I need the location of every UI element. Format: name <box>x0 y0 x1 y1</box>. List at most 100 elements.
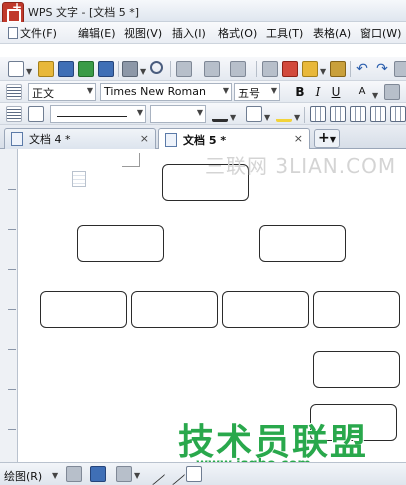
autoshape-caret-icon[interactable]: ▼ <box>134 471 140 480</box>
border-icon[interactable] <box>28 106 44 122</box>
format-painter-icon[interactable] <box>330 61 346 77</box>
pen-color-icon[interactable] <box>212 106 228 122</box>
close-icon[interactable]: × <box>140 132 149 145</box>
new-tab-button[interactable]: + ▼ <box>314 129 340 148</box>
word-count-icon[interactable] <box>204 61 220 77</box>
chevron-down-icon: ▼ <box>222 86 229 95</box>
save-icon[interactable] <box>58 61 74 77</box>
italic-button[interactable]: I <box>310 84 326 100</box>
drawing-menu-button[interactable]: 绘图(R) <box>4 468 42 484</box>
split-cells-icon[interactable] <box>350 106 366 122</box>
toolbar-separator <box>350 61 351 77</box>
more-tools-icon[interactable] <box>394 61 406 77</box>
chevron-down-icon: ▼ <box>136 108 143 117</box>
highlight-icon[interactable] <box>384 84 400 100</box>
menu-file[interactable]: 文件(F) <box>8 25 57 41</box>
paragraph-icon[interactable] <box>6 106 22 122</box>
standard-toolbar: ▼ ▼ ▼ ↶ ↷ <box>0 57 406 81</box>
line-sample <box>57 116 127 117</box>
table-props-icon[interactable] <box>390 106 406 122</box>
tab-document-4[interactable]: 文档 4 * × <box>4 128 156 149</box>
toolbar-separator <box>256 61 257 77</box>
bold-button[interactable]: B <box>292 84 308 100</box>
merge-cells-icon[interactable] <box>330 106 346 122</box>
line-weight-select[interactable]: ▼ <box>150 105 206 123</box>
new-doc-icon[interactable] <box>8 61 24 77</box>
font-size-select[interactable]: 五号 ▼ <box>234 83 280 101</box>
table-align-icon[interactable] <box>370 106 386 122</box>
underline-button[interactable]: U <box>328 84 344 100</box>
vertical-ruler[interactable] <box>0 149 18 462</box>
insert-symbol-icon[interactable] <box>230 61 246 77</box>
close-icon[interactable]: × <box>294 132 303 145</box>
chevron-down-icon: ▼ <box>329 135 336 144</box>
insert-table-icon[interactable] <box>310 106 326 122</box>
cut-icon[interactable] <box>282 61 298 77</box>
toolbar-separator <box>304 107 305 123</box>
border-caret-icon[interactable]: ▼ <box>264 113 270 122</box>
save-as-icon[interactable] <box>98 61 114 77</box>
flowchart-box-row3-1[interactable] <box>40 291 127 328</box>
copy-icon[interactable] <box>262 61 278 77</box>
toolbar-separator <box>118 61 119 77</box>
arrow-tool-icon[interactable] <box>162 462 186 485</box>
pen-color-caret-icon[interactable]: ▼ <box>230 113 236 122</box>
font-select[interactable]: Times New Roman ▼ <box>100 83 232 101</box>
wps-logo-icon[interactable] <box>2 0 24 24</box>
line-style-select[interactable]: ▼ <box>50 105 146 123</box>
menu-window[interactable]: 窗口(W) <box>360 25 401 41</box>
flowchart-box-row3-3[interactable] <box>222 291 309 328</box>
menu-view[interactable]: 视图(V) <box>124 25 162 41</box>
rectangle-tool-icon[interactable] <box>186 466 202 482</box>
title-bar: WPS 文字 - [文档 5 *] <box>0 0 406 24</box>
open-folder-icon[interactable] <box>38 61 54 77</box>
rotate-icon[interactable] <box>116 466 132 482</box>
toolbar-separator <box>170 61 171 77</box>
watermark-3lian: 三联网 3LIAN.COM <box>205 154 397 178</box>
formatting-toolbar: 正文 ▼ Times New Roman ▼ 五号 ▼ B I U A ▼ <box>0 81 406 103</box>
spellcheck-icon[interactable] <box>176 61 192 77</box>
flowchart-box-row3-2[interactable] <box>131 291 218 328</box>
chevron-down-icon: ▼ <box>196 108 203 117</box>
redo-icon[interactable]: ↷ <box>374 61 390 77</box>
document-icon <box>11 132 23 146</box>
font-color-button[interactable]: A <box>354 84 370 100</box>
menu-format[interactable]: 格式(O) <box>218 25 257 41</box>
flowchart-box-left[interactable] <box>77 225 164 262</box>
print-caret-icon[interactable]: ▼ <box>140 67 146 76</box>
autoshapes-icon[interactable] <box>90 466 106 482</box>
chevron-down-icon: ▼ <box>270 86 277 95</box>
tab-document-5[interactable]: 文档 5 * × <box>158 128 310 150</box>
outside-border-icon[interactable] <box>246 106 262 122</box>
new-doc-caret-icon[interactable]: ▼ <box>26 67 32 76</box>
menu-table[interactable]: 表格(A) <box>313 25 351 41</box>
menu-bar: 文件(F) 编辑(E) 视图(V) 插入(I) 格式(O) 工具(T) 表格(A… <box>0 22 406 44</box>
select-objects-icon[interactable] <box>66 466 82 482</box>
paste-caret-icon[interactable]: ▼ <box>320 67 326 76</box>
shading-caret-icon[interactable]: ▼ <box>294 113 300 122</box>
style-select[interactable]: 正文 ▼ <box>28 83 96 101</box>
text-anchor-icon <box>72 171 86 187</box>
window-title: WPS 文字 - [文档 5 *] <box>28 6 140 19</box>
export-icon[interactable] <box>78 61 94 77</box>
menu-insert[interactable]: 插入(I) <box>172 25 206 41</box>
menu-tools[interactable]: 工具(T) <box>266 25 303 41</box>
drawing-toolbar: 绘图(R) ▼ ▼ <box>0 462 406 485</box>
line-tool-icon[interactable] <box>142 462 166 485</box>
print-icon[interactable] <box>122 61 138 77</box>
document-tabs: 文档 4 * × 文档 5 * × + ▼ <box>0 125 406 150</box>
font-color-caret-icon[interactable]: ▼ <box>372 91 378 100</box>
menu-edit[interactable]: 编辑(E) <box>78 25 116 41</box>
paste-icon[interactable] <box>302 61 318 77</box>
print-preview-icon[interactable] <box>150 61 163 74</box>
document-icon <box>165 132 177 147</box>
drawing-caret-icon[interactable]: ▼ <box>52 471 58 480</box>
flowchart-box-row4[interactable] <box>313 351 400 388</box>
flowchart-box-right[interactable] <box>259 225 346 262</box>
flowchart-box-row3-4[interactable] <box>313 291 400 328</box>
line-style-toolbar: ▼ ▼ ▼ ▼ ▼ <box>0 103 406 125</box>
styles-pane-icon[interactable] <box>6 84 22 100</box>
undo-icon[interactable]: ↶ <box>354 61 370 77</box>
margin-corner-mark <box>122 153 140 167</box>
shading-color-icon[interactable] <box>276 106 292 122</box>
